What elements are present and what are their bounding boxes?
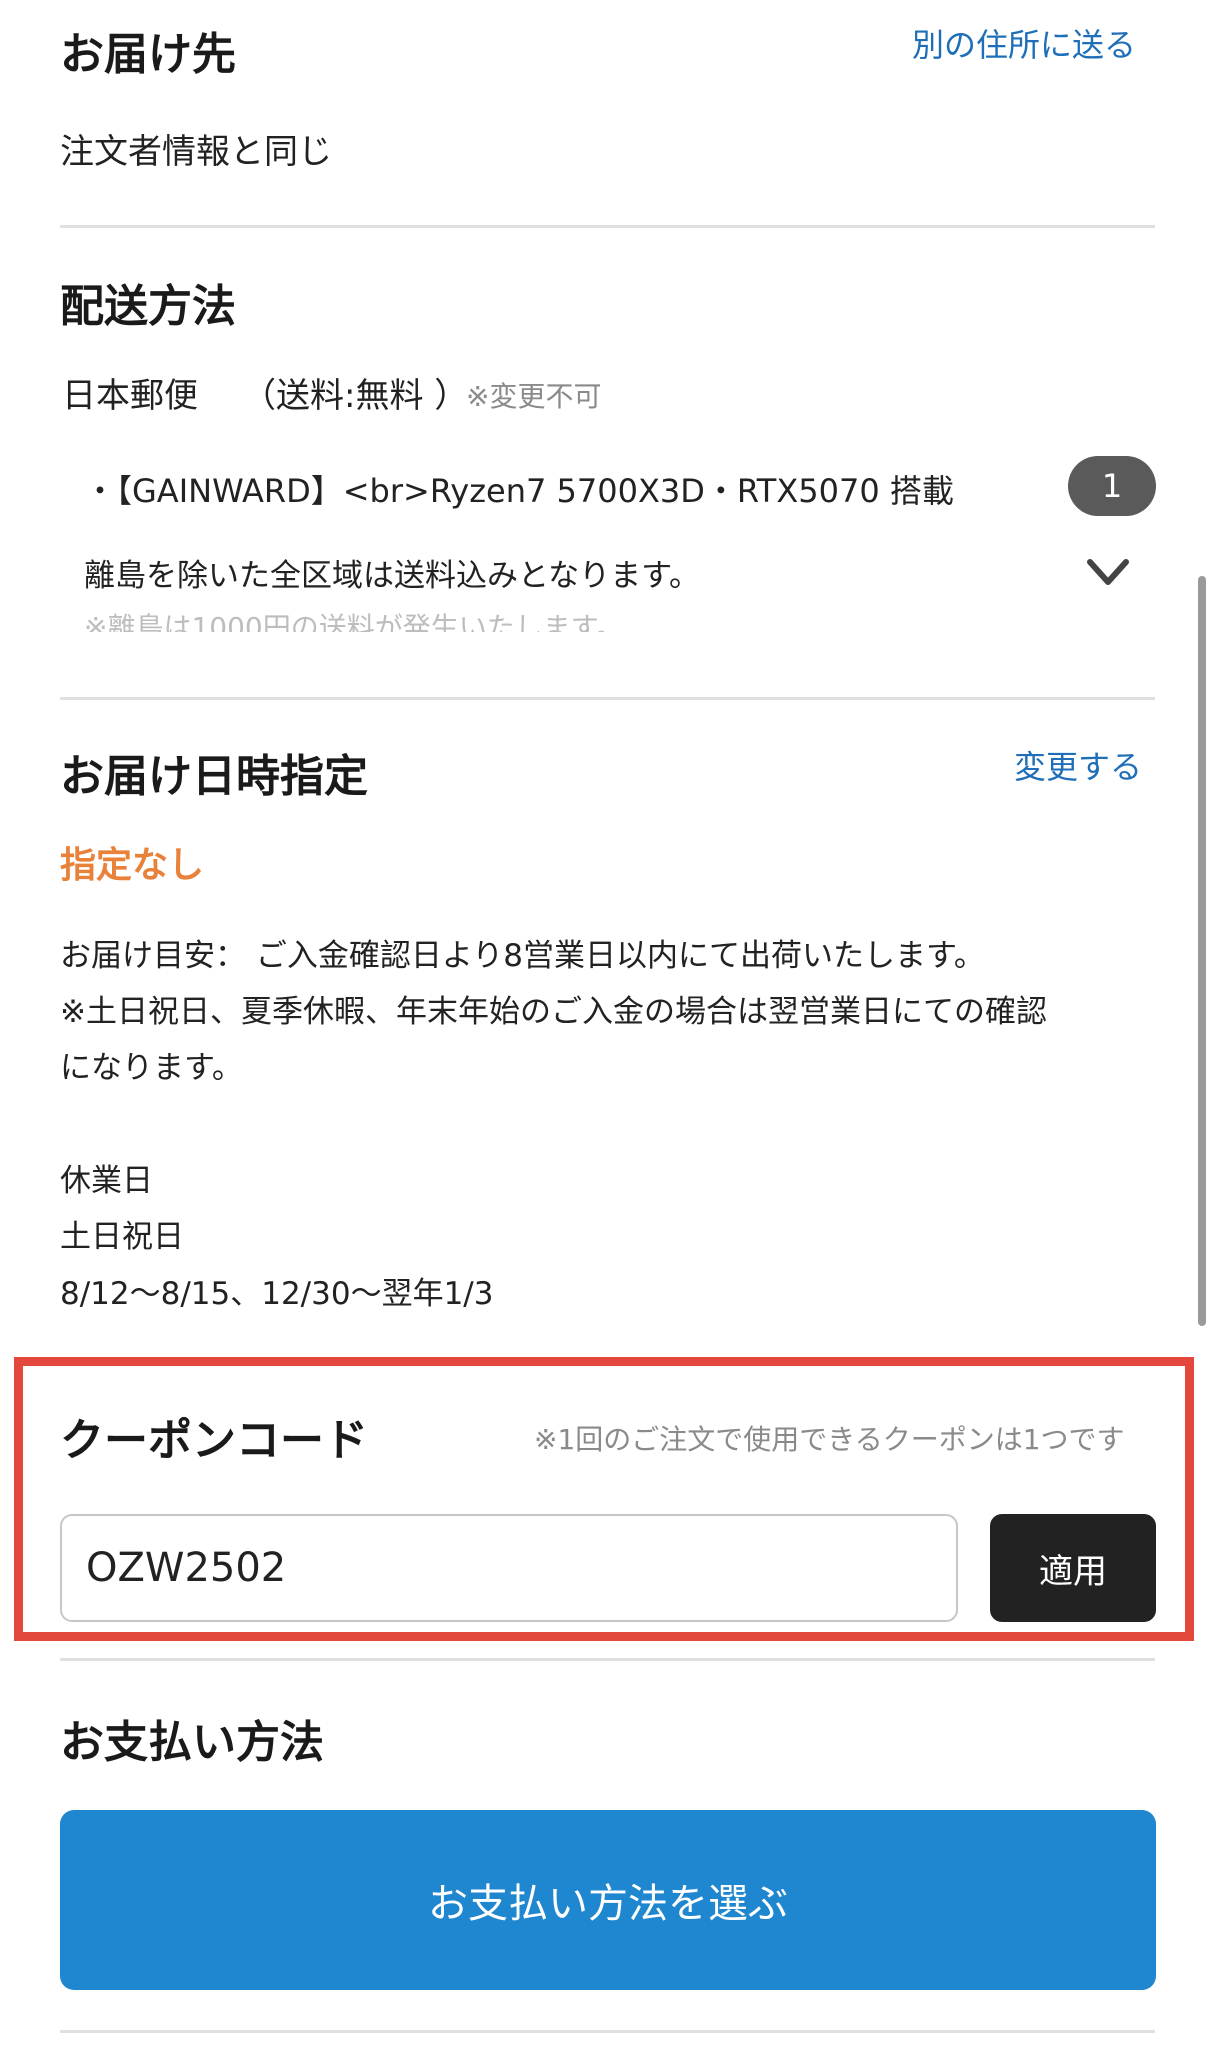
item-quantity-badge: 1 — [1068, 456, 1156, 516]
shipping-unchangeable-note: ※変更不可 — [466, 380, 602, 413]
delivery-estimate-note-cont: になります。 — [60, 1050, 243, 1086]
divider — [60, 1658, 1155, 1661]
select-payment-method-button[interactable]: お支払い方法を選ぶ — [60, 1810, 1156, 1990]
send-to-other-address-link[interactable]: 別の住所に送る — [912, 20, 1136, 66]
delivery-estimate-note: ※土日祝日、夏季休暇、年末年始のご入金の場合は翌営業日にての確認 — [60, 994, 1047, 1030]
holiday-label: 休業日 — [60, 1163, 153, 1199]
change-delivery-time-link[interactable]: 変更する — [1014, 742, 1142, 788]
apply-coupon-button[interactable]: 適用 — [990, 1514, 1156, 1622]
coupon-limit-note: ※1回のご注文で使用できるクーポンは1つです — [534, 1423, 1125, 1456]
shipping-description-faded: ※離島は1000円の送料が発生いたします。 — [84, 611, 624, 632]
divider — [60, 2030, 1155, 2033]
shipping-carrier: 日本郵便 — [62, 376, 198, 416]
scrollbar[interactable] — [1198, 576, 1206, 1326]
delivery-time-selected: 指定なし — [60, 845, 205, 886]
payment-method-title: お支払い方法 — [60, 1717, 324, 1768]
delivery-address-title: お届け先 — [60, 29, 236, 80]
holiday-dates: 8/12〜8/15、12/30〜翌年1/3 — [60, 1276, 494, 1312]
coupon-code-input[interactable] — [60, 1514, 958, 1622]
delivery-estimate: お届け目安： ご入金確認日より8営業日以内にて出荷いたします。 — [60, 938, 985, 974]
divider — [60, 225, 1155, 228]
expand-chevron-icon[interactable] — [1084, 552, 1132, 592]
shipping-item-name: ・【GAINWARD】<br>Ryzen7 5700X3D・RTX5070 搭載 — [84, 472, 954, 510]
shipping-method-title: 配送方法 — [60, 281, 236, 332]
shipping-fee: （送料:無料 ） — [242, 376, 469, 416]
holiday-weekends: 土日祝日 — [60, 1219, 184, 1255]
coupon-code-title: クーポンコード — [60, 1415, 368, 1466]
delivery-time-title: お届け日時指定 — [60, 751, 368, 802]
divider — [60, 697, 1155, 700]
shipping-description: 離島を除いた全区域は送料込みとなります。 — [84, 558, 700, 594]
delivery-address-value: 注文者情報と同じ — [60, 132, 332, 172]
